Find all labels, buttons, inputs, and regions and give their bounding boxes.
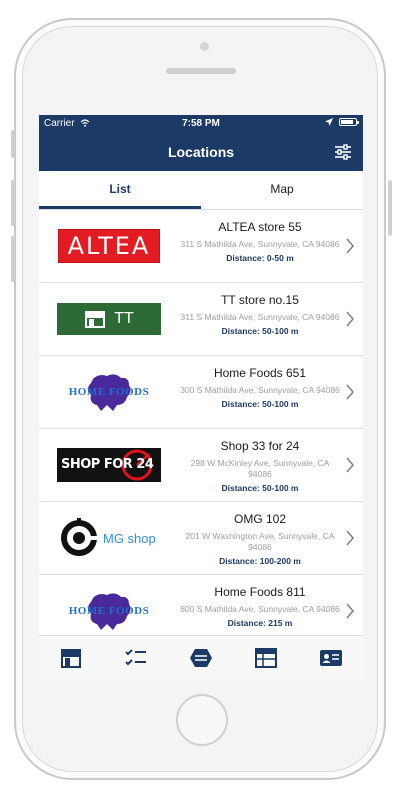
store-info: Shop 33 for 24 298 W McKinley Ave, Sunny… (179, 429, 363, 501)
location-arrow-icon (325, 118, 333, 126)
volume-down-button (11, 236, 15, 282)
checklist-icon[interactable] (124, 647, 148, 669)
status-bar: Carrier 7:58 PM (39, 115, 363, 133)
logo-text: SHOP FOR 24 (61, 457, 154, 472)
store-address: 201 W Washington Ave, Sunnyvale, CA 9408… (185, 531, 335, 552)
store-address: 298 W McKinley Ave, Sunnyvale, CA 94086 (190, 458, 330, 479)
store-logo: SHOP FOR 24 (39, 429, 179, 501)
tt-logo: TT (57, 303, 161, 335)
bottom-tab-bar (39, 635, 363, 680)
status-time: 7:58 PM (182, 118, 220, 129)
shop-for-24-logo: SHOP FOR 24 (57, 448, 161, 482)
store-name: OMG 102 (233, 512, 287, 526)
navigation-bar: Locations (39, 133, 363, 171)
volume-up-button (11, 180, 15, 226)
battery-fill (341, 120, 353, 124)
home-foods-logo: HOME FOODS (59, 371, 159, 413)
battery-icon (339, 118, 359, 126)
store-name: Home Foods 651 (213, 366, 307, 380)
store-icon[interactable] (59, 647, 83, 669)
page-title: Locations (167, 144, 235, 160)
mg-shop-logo: MG shop (59, 518, 159, 558)
store-distance: Distance: 0-50 m (226, 253, 294, 263)
tab-list[interactable]: List (39, 171, 201, 209)
chevron-right-icon (346, 384, 354, 400)
home-button[interactable] (176, 694, 228, 746)
store-logo: TT (39, 283, 179, 355)
tag-icon[interactable] (189, 647, 213, 669)
app-screen: Carrier 7:58 PM Locations List Map ALTEA… (39, 115, 363, 680)
logo-text: MG shop (103, 530, 156, 546)
earpiece-speaker (166, 68, 236, 74)
chevron-right-icon (346, 530, 354, 546)
view-tabs: List Map (39, 171, 363, 210)
calendar-icon[interactable] (254, 647, 278, 669)
store-name: TT store no.15 (221, 293, 299, 307)
chevron-right-icon (346, 311, 354, 327)
id-card-icon[interactable] (319, 647, 343, 669)
chevron-right-icon (346, 457, 354, 473)
chevron-right-icon (346, 603, 354, 619)
logo-text: HOME FOODS (68, 386, 150, 398)
store-logo: HOME FOODS (39, 356, 179, 428)
mute-switch (11, 130, 15, 158)
store-list: ALTEA ALTEA store 55 311 S Mathilda Ave,… (39, 210, 363, 680)
store-name: Shop 33 for 24 (220, 439, 300, 453)
list-item[interactable]: HOME FOODS Home Foods 651 300 S Mathilda… (39, 356, 363, 429)
store-address: 300 S Mathilda Ave, Sunnyvale, CA 94086 (180, 385, 340, 395)
list-item[interactable]: ALTEA ALTEA store 55 311 S Mathilda Ave,… (39, 210, 363, 283)
list-item[interactable]: TT TT store no.15 311 S Mathilda Ave, Su… (39, 283, 363, 356)
list-item[interactable]: MG shop OMG 102 201 W Washington Ave, Su… (39, 502, 363, 575)
store-distance: Distance: 215 m (227, 618, 293, 628)
store-info: TT store no.15 311 S Mathilda Ave, Sunny… (179, 283, 363, 355)
altea-logo: ALTEA (58, 229, 160, 263)
store-info: OMG 102 201 W Washington Ave, Sunnyvale,… (179, 502, 363, 574)
store-distance: Distance: 100-200 m (219, 556, 301, 566)
store-address: 311 S Mathilda Ave, Sunnyvale, CA 94086 (180, 239, 340, 249)
store-address: 800 S Mathilda Ave, Sunnyvale, CA 94086 (180, 604, 340, 614)
storefront-icon (85, 311, 106, 328)
logo-text: ALTEA (67, 232, 151, 260)
store-logo: MG shop (39, 502, 179, 574)
store-distance: Distance: 50-100 m (221, 483, 299, 493)
logo-text: HOME FOODS (68, 605, 150, 617)
filter-settings-icon[interactable] (333, 142, 353, 162)
store-name: ALTEA store 55 (218, 220, 302, 234)
front-camera (200, 42, 209, 51)
store-distance: Distance: 50-100 m (221, 326, 299, 336)
store-info: ALTEA store 55 311 S Mathilda Ave, Sunny… (179, 210, 363, 282)
logo-text: TT (114, 310, 134, 327)
list-item[interactable]: SHOP FOR 24 Shop 33 for 24 298 W McKinle… (39, 429, 363, 502)
tab-map[interactable]: Map (201, 171, 363, 209)
chevron-right-icon (346, 238, 354, 254)
store-distance: Distance: 50-100 m (221, 399, 299, 409)
store-address: 311 S Mathilda Ave, Sunnyvale, CA 94086 (180, 312, 340, 322)
mg-emblem (61, 518, 97, 556)
home-foods-logo: HOME FOODS (59, 590, 159, 632)
power-button (388, 180, 392, 236)
store-name: Home Foods 811 (214, 585, 306, 599)
store-logo: ALTEA (39, 210, 179, 282)
status-right (325, 118, 359, 126)
store-info: Home Foods 651 300 S Mathilda Ave, Sunny… (179, 356, 363, 428)
